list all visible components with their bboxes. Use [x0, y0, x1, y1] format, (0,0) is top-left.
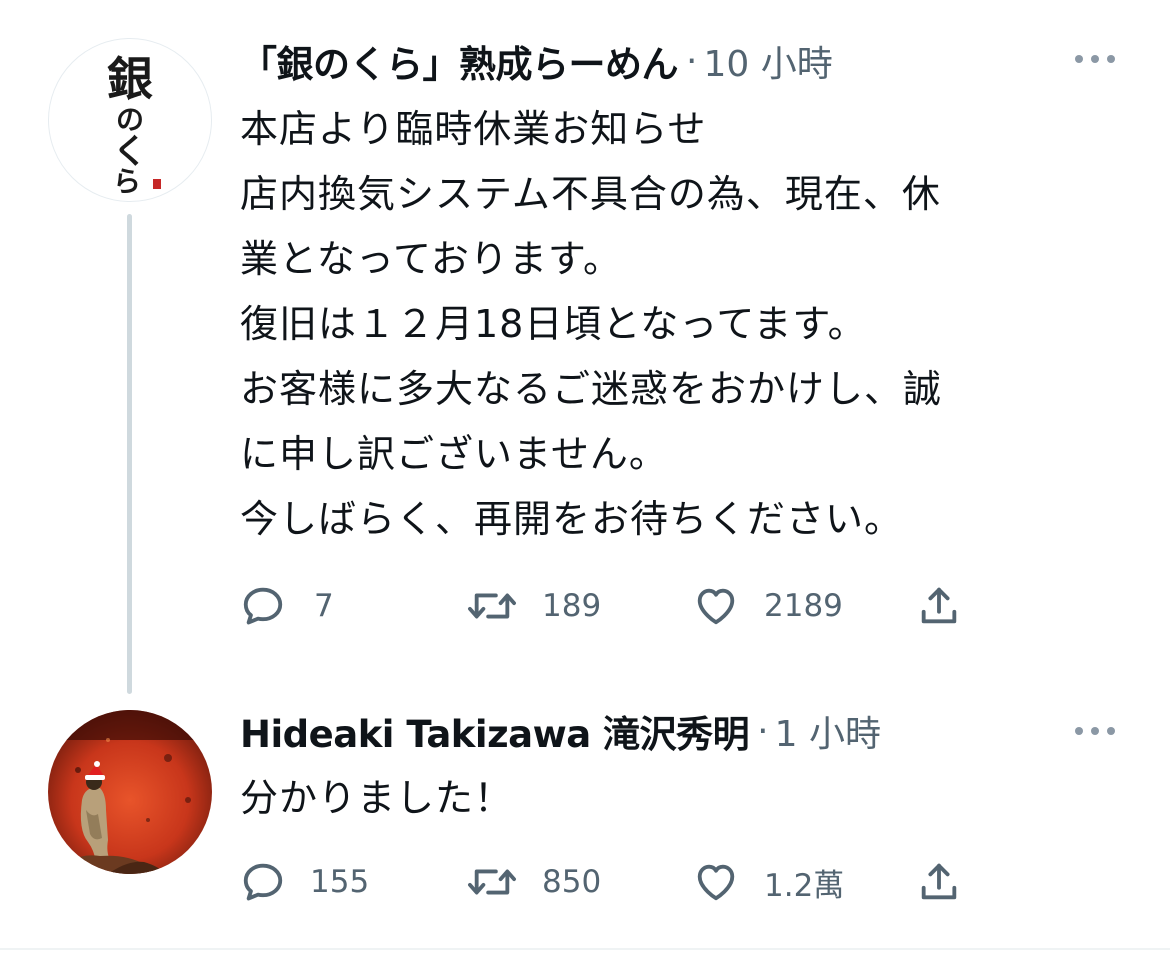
heart-icon	[697, 588, 735, 625]
more-horizontal-icon[interactable]	[1075, 725, 1115, 737]
tweet-line: 本店より臨時休業お知らせ	[240, 107, 707, 151]
action-bar: 7 189 2189	[240, 581, 1000, 631]
reply-count: 155	[310, 864, 370, 900]
share-button[interactable]	[916, 857, 962, 907]
display-name[interactable]: 「銀のくら」熟成らーめん	[240, 34, 679, 88]
retweet-button[interactable]: 850	[466, 857, 601, 907]
tweet-header: Hideaki Takizawa 滝沢秀明 · 1 小時	[240, 704, 881, 758]
tweet-line: 今しばらく、再開をお待ちください。	[240, 497, 904, 541]
timestamp[interactable]: 1 小時	[775, 705, 881, 757]
tweet-header: 「銀のくら」熟成らーめん · 10 小時	[240, 34, 833, 88]
tweet-line: に申し訳ございません。	[240, 432, 668, 476]
tweet-text: 分かりました！	[240, 766, 513, 831]
tweet-takizawa[interactable]: Hideaki Takizawa 滝沢秀明 · 1 小時 分かりました！ 155…	[0, 690, 1170, 948]
heart-icon	[697, 864, 735, 901]
separator: ·	[757, 710, 769, 752]
logo-char-gin: 銀	[107, 52, 153, 106]
tweet-line: 店内換気システム不具合の為、現在、休	[240, 172, 941, 216]
tweet-line: 復旧は１２月18日頃となってます。	[240, 302, 867, 346]
retweet-icon	[468, 869, 516, 895]
retweet-button[interactable]: 189	[466, 581, 601, 631]
more-horizontal-icon[interactable]	[1075, 53, 1115, 65]
retweet-icon	[468, 593, 516, 619]
share-icon	[921, 863, 957, 900]
retweet-count: 850	[542, 864, 602, 900]
avatar-takizawa[interactable]	[48, 710, 212, 874]
ginnokura-logo: 銀 の く ら	[107, 52, 161, 198]
action-bar: 155 850 1.2萬	[240, 857, 1000, 907]
display-name[interactable]: Hideaki Takizawa 滝沢秀明	[240, 704, 750, 758]
reply-button[interactable]: 7	[240, 581, 334, 631]
like-button[interactable]: 1.2萬	[692, 857, 844, 907]
tweet-line: 業となっております。	[240, 237, 623, 281]
tweet-line: 分かりました！	[240, 776, 514, 820]
reply-button[interactable]: 155	[240, 857, 369, 907]
like-count: 1.2萬	[764, 867, 845, 904]
tweet-line: お客様に多大なるご迷惑をおかけし、誠	[240, 367, 943, 411]
reply-icon	[243, 863, 283, 901]
avatar-photo	[48, 710, 212, 874]
separator: ·	[686, 40, 698, 82]
tweet-text: 本店より臨時休業お知らせ 店内換気システム不具合の為、現在、休 業となっておりま…	[240, 97, 942, 552]
share-button[interactable]	[916, 581, 962, 631]
share-icon	[921, 587, 957, 624]
like-count: 2189	[764, 588, 843, 624]
avatar-ginnokura[interactable]: 銀 の く ら	[48, 38, 212, 202]
like-button[interactable]: 2189	[692, 581, 843, 631]
thread-line	[127, 214, 132, 694]
retweet-count: 189	[542, 588, 602, 624]
reply-count: 7	[314, 588, 334, 624]
logo-stamp	[153, 179, 161, 189]
tweet-ginnokura[interactable]: 銀 の く ら 「銀のくら」熟成らーめん · 10 小時 本店より臨時休業お知ら…	[0, 0, 1170, 694]
timestamp[interactable]: 10 小時	[703, 35, 832, 87]
reply-icon	[243, 587, 283, 625]
logo-char-ra: ら	[113, 165, 141, 198]
bottom-divider	[0, 948, 1170, 950]
